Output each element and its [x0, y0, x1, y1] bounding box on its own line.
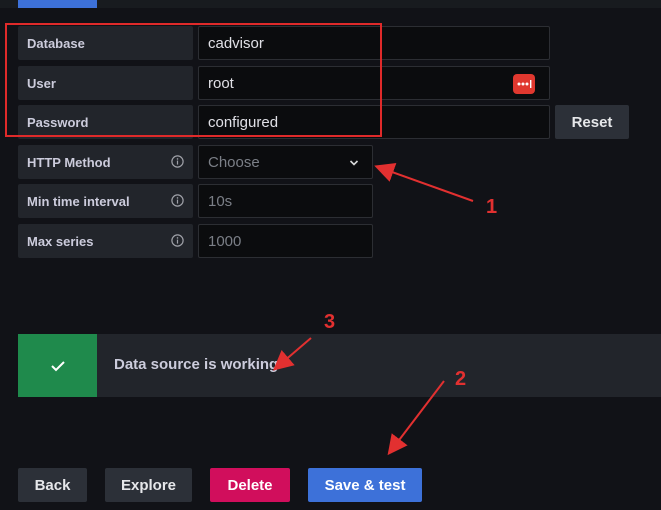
credentials-highlight-box [5, 23, 382, 137]
password-reset-button[interactable]: Reset [555, 105, 629, 139]
http-method-select[interactable]: Choose [198, 145, 373, 179]
save-and-test-button-label: Save & test [324, 476, 406, 494]
explore-button[interactable]: Explore [105, 468, 192, 502]
callout-number-2: 2 [455, 368, 467, 390]
back-button-label: Back [34, 476, 71, 494]
min-time-interval-field[interactable]: 10s [198, 184, 373, 218]
top-tab-bar [0, 0, 661, 8]
info-icon[interactable] [171, 194, 184, 207]
active-tab-indicator[interactable] [18, 0, 97, 8]
max-series-label: Max series [18, 224, 193, 258]
explore-button-label: Explore [120, 476, 177, 494]
min-time-interval-label: Min time interval [18, 184, 193, 218]
checkmark-icon [50, 360, 65, 371]
delete-button-label: Delete [227, 476, 273, 494]
max-series-label-text: Max series [27, 233, 94, 249]
http-method-placeholder: Choose [208, 153, 260, 171]
min-time-interval-label-text: Min time interval [27, 193, 130, 209]
info-icon[interactable] [171, 234, 184, 247]
password-reset-label: Reset [571, 113, 613, 131]
callout-number-1: 1 [486, 196, 498, 218]
callout-number-3: 3 [324, 311, 336, 333]
save-and-test-button[interactable]: Save & test [308, 468, 422, 502]
back-button[interactable]: Back [18, 468, 87, 502]
password-manager-icon[interactable] [513, 74, 535, 94]
max-series-placeholder: 1000 [208, 232, 242, 250]
info-icon[interactable] [171, 155, 184, 168]
min-time-interval-placeholder: 10s [208, 192, 233, 210]
arrow-1 [374, 162, 474, 202]
http-method-label: HTTP Method [18, 145, 193, 179]
max-series-field[interactable]: 1000 [198, 224, 373, 258]
delete-button[interactable]: Delete [210, 468, 290, 502]
alert-message: Data source is working [114, 356, 279, 373]
success-status-box [18, 334, 97, 397]
chevron-down-icon [349, 160, 359, 166]
http-method-label-text: HTTP Method [27, 154, 111, 170]
